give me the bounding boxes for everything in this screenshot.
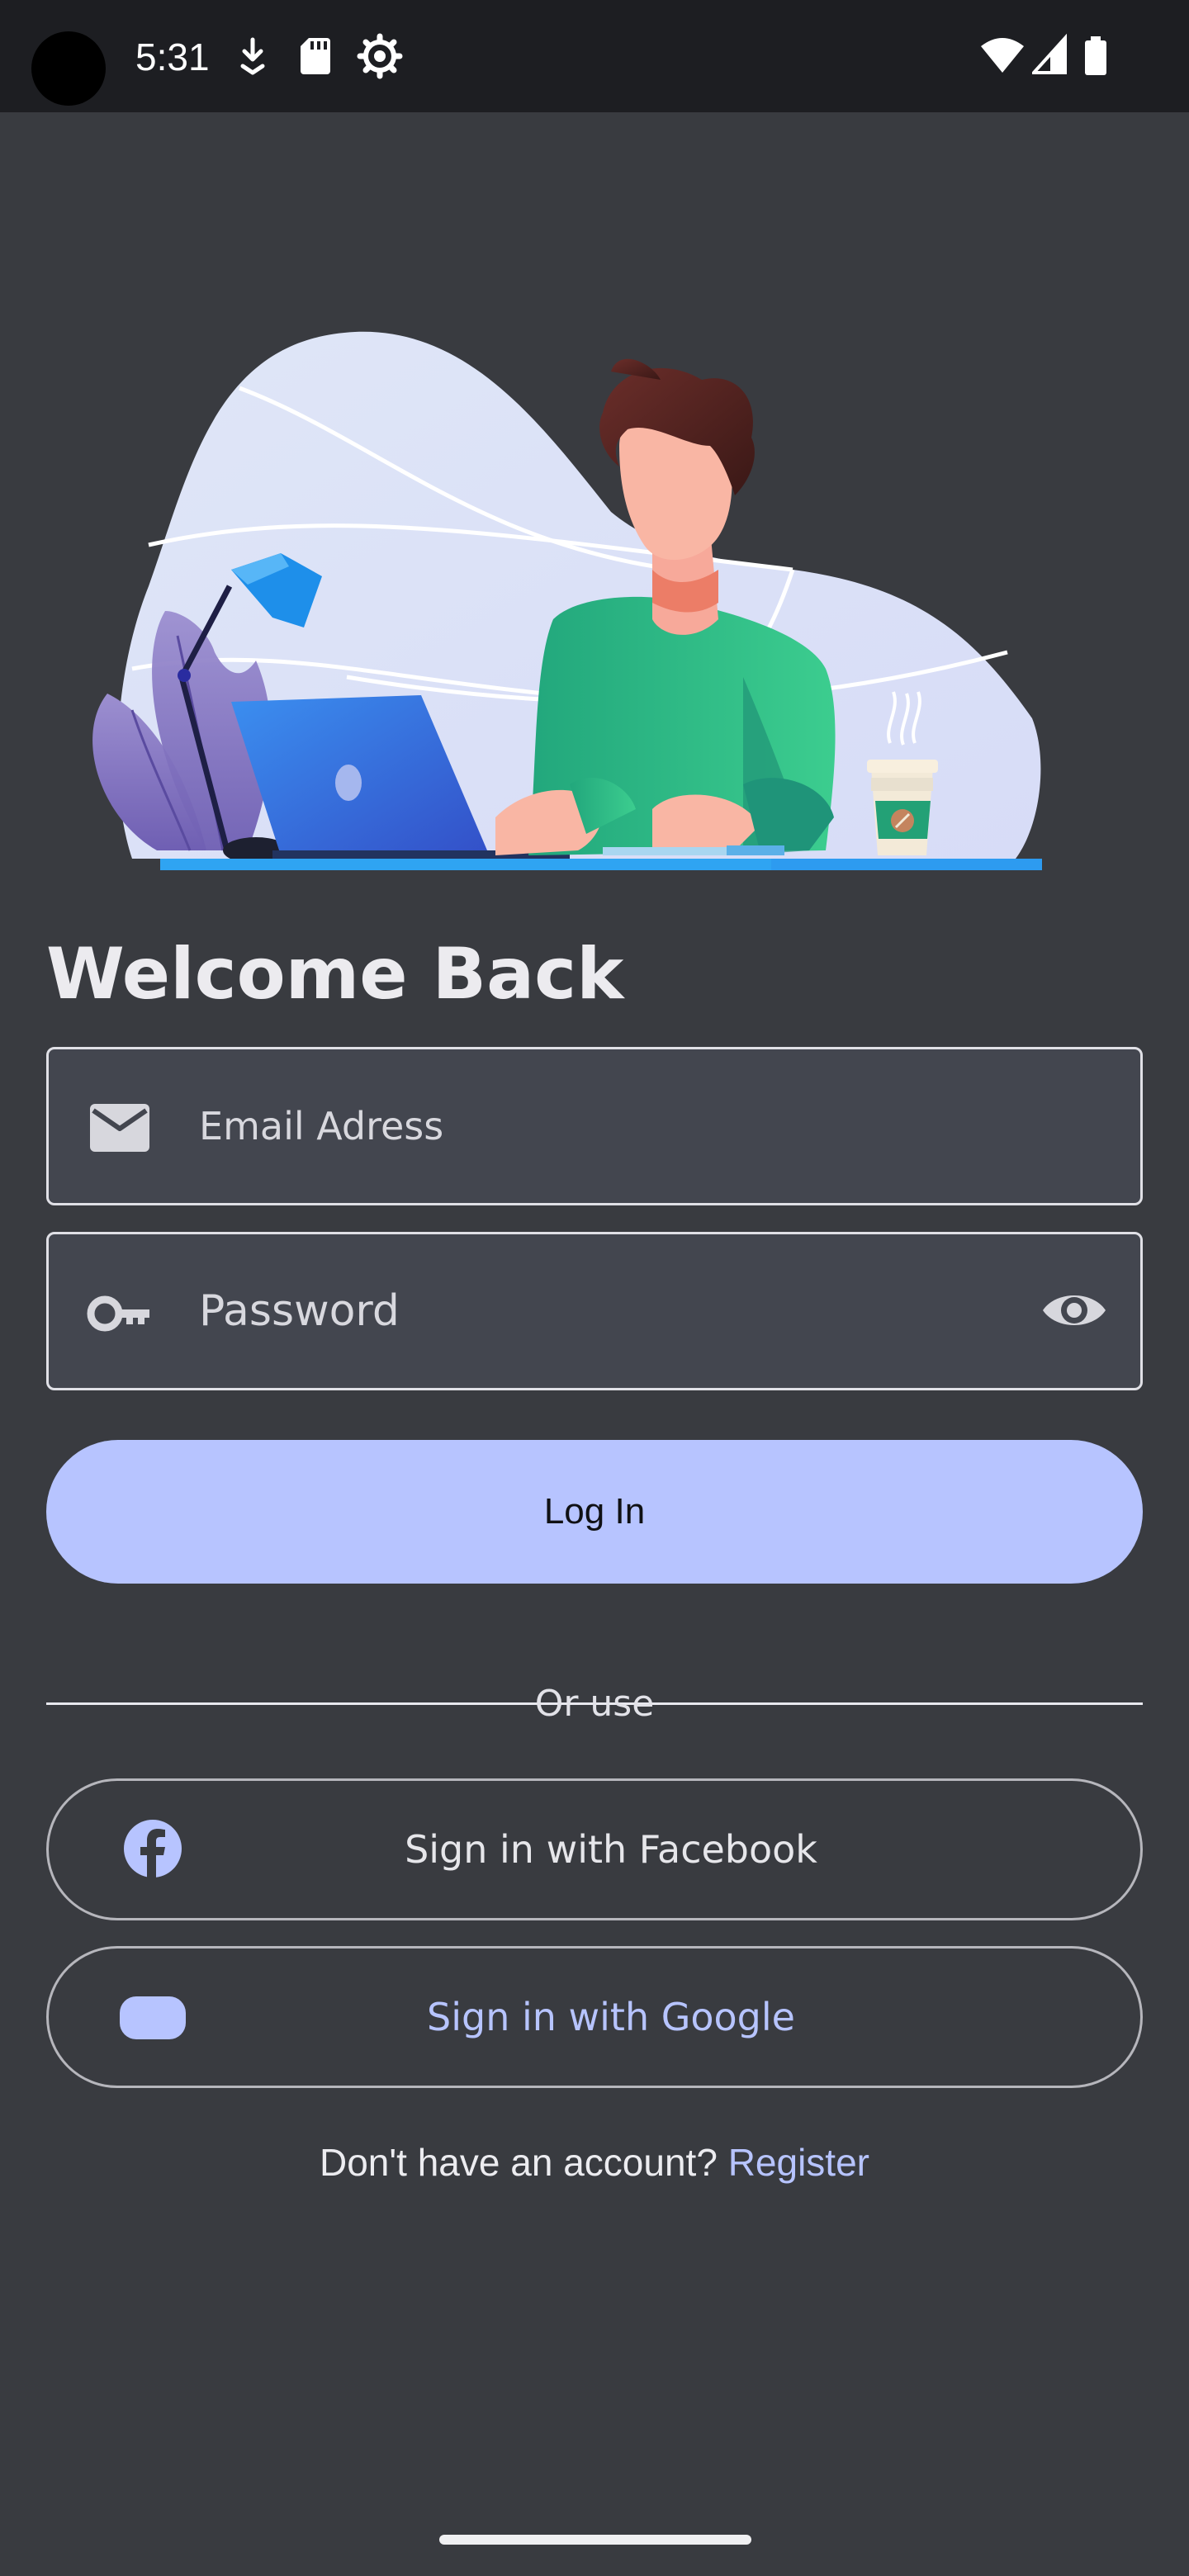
password-field[interactable]: Password — [46, 1232, 1143, 1390]
status-time: 5:31 — [135, 36, 210, 78]
status-bar: 5:31 — [0, 0, 1189, 112]
page-title: Welcome Back — [46, 933, 624, 1016]
email-placeholder: Email Adress — [199, 1104, 444, 1148]
password-placeholder: Password — [199, 1286, 400, 1336]
home-indicator[interactable] — [439, 2535, 751, 2545]
login-button[interactable]: Log In — [46, 1440, 1143, 1584]
register-prompt: Don't have an account? Register — [0, 2133, 1189, 2191]
person-working-at-laptop-illustration — [83, 322, 1057, 883]
eye-icon[interactable] — [1040, 1276, 1109, 1345]
key-icon — [87, 1282, 153, 1345]
wifi-icon — [979, 33, 1026, 79]
settings-icon — [357, 33, 403, 79]
google-signin-button[interactable]: Sign in with Google — [46, 1946, 1143, 2088]
sd-card-icon — [297, 33, 334, 79]
register-prompt-text: Don't have an account? — [320, 2141, 718, 2184]
register-link[interactable]: Register — [728, 2141, 869, 2184]
cellular-signal-icon — [1032, 33, 1068, 79]
facebook-signin-label: Sign in with Facebook — [405, 1827, 817, 1872]
mail-icon — [87, 1097, 153, 1160]
email-field[interactable]: Email Adress — [46, 1047, 1143, 1205]
camera-cutout — [31, 31, 106, 106]
google-signin-label: Sign in with Google — [427, 1995, 795, 2039]
divider-text: Or use — [534, 1683, 655, 1725]
battery-icon — [1083, 33, 1108, 79]
download-icon — [236, 33, 269, 79]
facebook-signin-button[interactable]: Sign in with Facebook — [46, 1778, 1143, 1920]
